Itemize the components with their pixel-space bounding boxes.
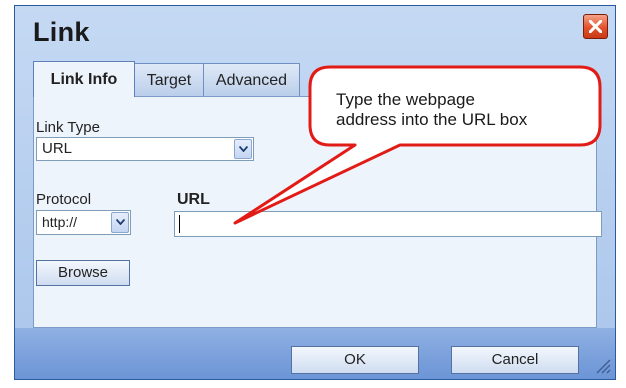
callout-text: Type the webpage address into the URL bo… bbox=[336, 90, 596, 130]
callout-bubble bbox=[233, 65, 602, 225]
callout-line-2: address into the URL box bbox=[336, 110, 528, 129]
tab-link-info-label: Link Info bbox=[50, 71, 118, 88]
tab-link-info[interactable]: Link Info bbox=[33, 61, 135, 97]
callout-line-1: Type the webpage bbox=[336, 90, 475, 109]
